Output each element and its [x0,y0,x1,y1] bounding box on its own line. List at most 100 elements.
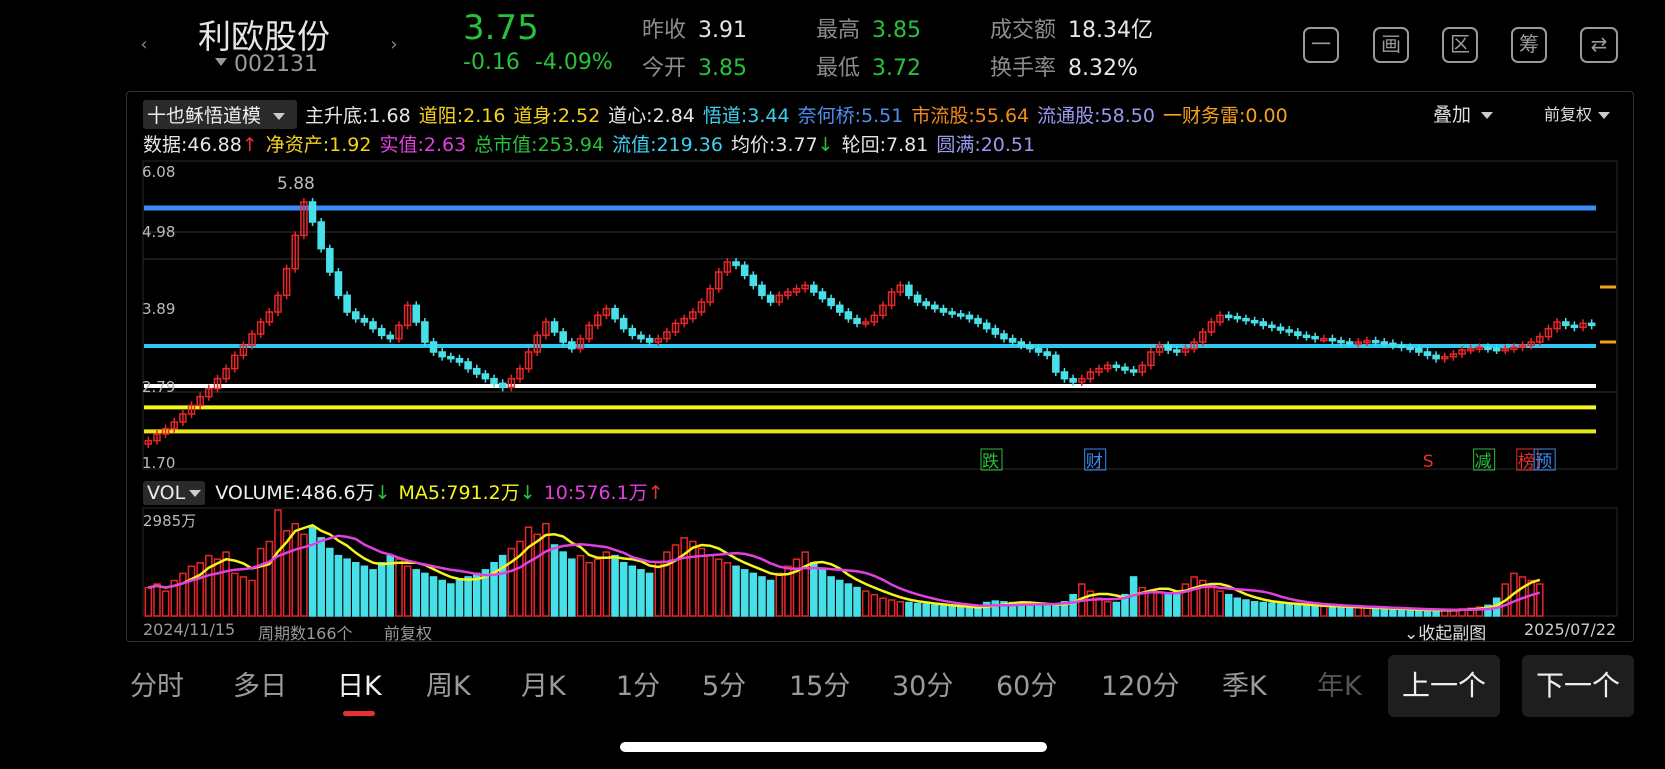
prev-button[interactable]: 上一个 [1388,655,1500,717]
candle-body [438,351,446,358]
volume-bar [179,572,187,617]
volume-bar [714,558,723,617]
candle-body [1043,351,1051,357]
tab-0[interactable]: 分时 [130,664,184,703]
volume-bar [611,554,619,617]
volume-header: VOL VOLUME:486.6万↓ MA5:791.2万↓ 10:576.1万↑ [143,478,664,505]
volume-bar [749,572,758,617]
volume-bar [1371,607,1380,617]
volume-bar [326,547,334,617]
volume-bar [922,603,930,617]
volume-bar [645,572,654,617]
vol-select[interactable]: VOL [143,481,206,505]
tab-1[interactable]: 多日 [233,664,287,703]
tab-12[interactable]: 年K [1317,664,1362,703]
candle-body [835,304,844,313]
event-marker[interactable]: 财 [1086,452,1103,472]
volume-bar [421,572,429,617]
volume-bar [213,558,222,617]
tab-11[interactable]: 季K [1222,664,1267,703]
y-tick-label: 4.98 [142,223,175,241]
candle-body [1017,341,1026,347]
volume-bar [905,601,913,617]
tab-4[interactable]: 月K [521,664,566,703]
candle-body [1060,371,1069,380]
event-marker[interactable]: 跌 [982,452,999,472]
volume-bar [568,558,576,617]
candle-body [827,297,835,307]
volume-bar [844,583,853,617]
candle-body [490,377,498,385]
volume-bar [723,561,732,617]
candle-body [810,284,818,293]
candle-body [429,341,438,353]
volume-bar [274,509,282,617]
volume-bar [1259,601,1268,617]
candle-body [749,274,758,287]
volume-bar [1302,604,1311,617]
next-button[interactable]: 下一个 [1522,655,1634,717]
volume-bar [1052,605,1060,617]
candle-body [948,311,956,315]
volume-bar [697,547,706,617]
candle-body [1380,341,1389,345]
volume-bar [464,576,472,617]
tab-5[interactable]: 1分 [616,664,660,703]
candle-body [377,327,386,337]
volume-bar [559,551,567,617]
candle-body [421,321,429,343]
candle-body [559,331,567,343]
tab-8[interactable]: 30分 [892,664,953,703]
candle-body [913,294,922,303]
collapse-subchart-button[interactable]: ⌄收起副图 [1404,619,1486,644]
kline-chart[interactable]: 5.88 6.08 4.98 3.89 2.79 1.70 跌 财 S 减 榜预 2985万 [0,0,1665,769]
volume-bar [1328,606,1337,617]
volume-bar [861,590,870,617]
candle-body [447,355,455,360]
candle-body [1302,334,1311,339]
period-adjust: 前复权 [384,624,433,643]
tab-2[interactable]: 日K [337,664,382,703]
volume-bar [369,569,377,617]
volume-bar [1095,597,1103,617]
volume-bar [628,565,637,617]
candle-body [818,291,827,300]
event-marker[interactable]: 减 [1475,452,1492,472]
candle-body [732,261,740,267]
volume-bar [1345,606,1354,617]
volume-bar [205,554,213,617]
volume-bar [974,608,982,617]
volume-bar [187,565,196,617]
volume-bar [810,561,818,617]
tab-10[interactable]: 120分 [1101,664,1180,703]
event-marker[interactable]: 预 [1535,452,1552,472]
tab-9[interactable]: 60分 [996,664,1057,703]
volume-bar [153,583,161,617]
volume-bar [360,565,369,617]
volume-bar [939,605,948,617]
candle-body [1121,366,1129,371]
tab-3[interactable]: 周K [426,664,471,703]
event-marker[interactable]: S [1423,452,1434,472]
candle-body [1587,322,1596,327]
ma10-value: 10:576.1万 [543,482,648,504]
volume-bar [351,561,360,617]
volume-bar [879,597,887,617]
tab-7[interactable]: 15分 [789,664,850,703]
volume-bar [740,569,749,617]
volume-bar [1423,609,1432,617]
tab-6[interactable]: 5分 [702,664,746,703]
candle-body [334,271,343,297]
volume-bar [1276,603,1285,617]
volume-bar [550,544,559,617]
volume-bar [1389,608,1397,617]
candle-body [326,247,334,273]
event-marker[interactable]: 榜 [1518,452,1535,472]
volume-bar [870,593,879,617]
volume-bar [438,579,446,617]
collapse-chevron-icon: ⌄ [1404,624,1419,644]
volume-bar [835,579,844,617]
volume-bar [222,551,230,617]
candle-body [308,201,317,223]
volume-bar [498,554,507,617]
